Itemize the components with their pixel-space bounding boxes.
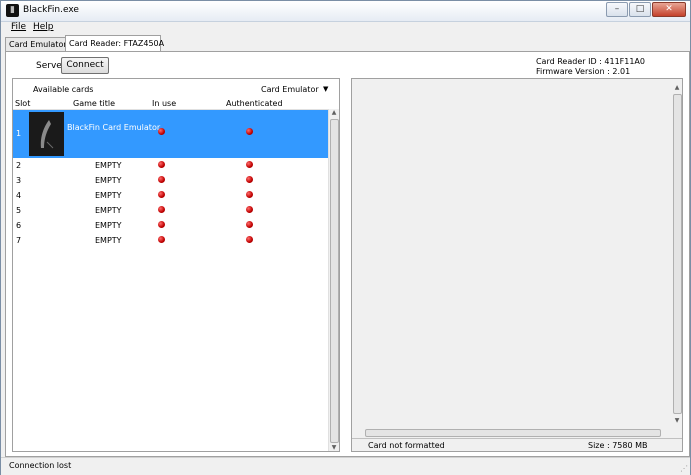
game-title: BlackFin Card Emulator [67,123,161,132]
slot-number: 5 [16,206,22,215]
maximize-button[interactable]: □ [629,2,651,17]
in-use-status-icon [158,128,165,135]
column-header-slot[interactable]: Slot [15,99,30,108]
title-bar: ▮ BlackFin.exe – □ ✕ [1,1,690,22]
authenticated-status-icon [246,206,253,213]
cards-list-pane: Available cards Card Emulator ▼ Slot Gam… [12,78,340,452]
scroll-thumb[interactable] [365,429,661,437]
tab-card-reader[interactable]: Card Reader: FTAZ450A [65,35,164,52]
card-contents-pane: ▲ ▼ Card not formatted Size : 7580 MB [351,78,683,452]
slot-number: 1 [16,129,22,138]
close-button[interactable]: ✕ [652,2,686,17]
blackfin-logo-icon [40,120,54,149]
game-title: EMPTY [95,176,122,185]
card-format-status: Card not formatted [368,441,445,450]
status-bar: Connection lost ⋰ [1,457,690,475]
available-cards-label: Available cards [33,85,94,94]
scroll-down-icon[interactable]: ▼ [673,417,681,424]
window-title: BlackFin.exe [23,5,79,15]
scroll-up-icon[interactable]: ▲ [673,84,681,91]
slot-number: 7 [16,236,22,245]
scroll-down-icon[interactable]: ▼ [330,444,338,451]
column-header-authenticated[interactable]: Authenticated [226,99,283,108]
cards-vertical-scrollbar[interactable]: ▲ ▼ [328,109,339,451]
cards-table-header: Slot Game title In use Authenticated [13,98,339,110]
column-header-in-use[interactable]: In use [152,99,176,108]
authenticated-status-icon [246,236,253,243]
firmware-version: Firmware Version : 2.01 [535,67,631,76]
app-icon: ▮ [6,4,19,17]
card-mode-select[interactable]: Card Emulator [261,85,319,94]
contents-vertical-scrollbar[interactable]: ▲ ▼ [672,84,682,424]
table-row[interactable]: 1 BlackFin Card Emulator [13,110,329,158]
authenticated-status-icon [246,128,253,135]
authenticated-status-icon [246,161,253,168]
app-window: ▮ BlackFin.exe – □ ✕ File Help Card Emul… [0,0,691,475]
card-size: Size : 7580 MB [588,441,648,450]
scroll-thumb[interactable] [330,119,339,443]
tab-card-emulator[interactable]: Card Emulator [5,37,69,51]
in-use-status-icon [158,176,165,183]
cards-table-body: 1 BlackFin Card Emulator 2 EMPTY 3 EMPTY… [13,110,329,248]
authenticated-status-icon [246,176,253,183]
game-title: EMPTY [95,236,122,245]
menu-bar: File Help [1,22,690,34]
reader-info: Card Reader ID : 411F11A0 Firmware Versi… [536,57,645,77]
table-row[interactable]: 5 EMPTY [13,203,329,218]
reader-id: Card Reader ID : 411F11A0 [535,57,645,66]
in-use-status-icon [158,161,165,168]
in-use-status-icon [158,191,165,198]
connect-button[interactable]: Connect [61,57,109,74]
game-thumbnail [29,112,64,156]
game-title: EMPTY [95,206,122,215]
scroll-up-icon[interactable]: ▲ [330,109,338,116]
table-row[interactable]: 7 EMPTY [13,233,329,248]
menu-help[interactable]: Help [33,22,54,32]
card-reader-panel: Server: Connect Card Reader ID : 411F11A… [5,51,690,457]
authenticated-status-icon [246,221,253,228]
slot-number: 4 [16,191,22,200]
connection-status: Connection lost [9,461,72,470]
table-row[interactable]: 4 EMPTY [13,188,329,203]
chevron-down-icon[interactable]: ▼ [323,85,328,93]
slot-number: 3 [16,176,22,185]
authenticated-status-icon [246,191,253,198]
resize-grip-icon[interactable]: ⋰ [680,464,688,473]
table-row[interactable]: 6 EMPTY [13,218,329,233]
in-use-status-icon [158,206,165,213]
table-row[interactable]: 3 EMPTY [13,173,329,188]
menu-file[interactable]: File [11,22,26,32]
contents-horizontal-scrollbar[interactable] [355,428,669,437]
window-controls: – □ ✕ [605,2,686,17]
minimize-button[interactable]: – [606,2,628,17]
slot-number: 2 [16,161,22,170]
column-header-game-title[interactable]: Game title [73,99,115,108]
game-title: EMPTY [95,221,122,230]
in-use-status-icon [158,221,165,228]
slot-number: 6 [16,221,22,230]
table-row[interactable]: 2 EMPTY [13,158,329,173]
scroll-thumb[interactable] [673,94,682,414]
game-title: EMPTY [95,161,122,170]
in-use-status-icon [158,236,165,243]
game-title: EMPTY [95,191,122,200]
card-status-bar: Card not formatted Size : 7580 MB [352,438,682,451]
